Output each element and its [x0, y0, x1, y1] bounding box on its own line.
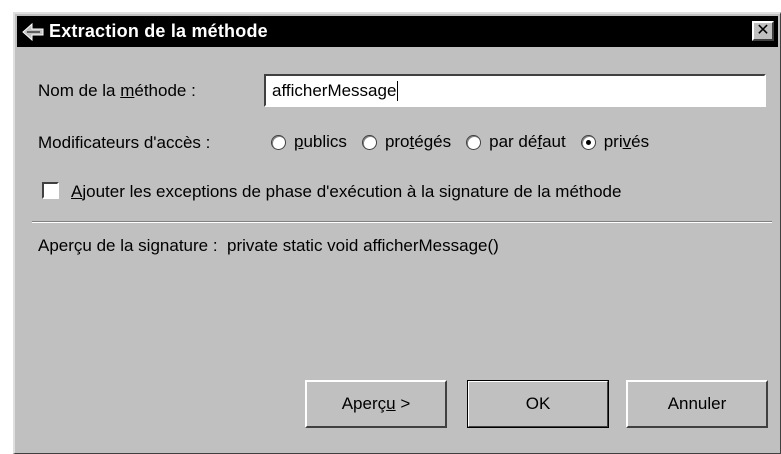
signature-preview-value: private static void afficherMessage(): [227, 236, 499, 255]
dialog-icon: [21, 20, 45, 44]
cancel-button[interactable]: Annuler: [626, 380, 768, 428]
add-exceptions-label[interactable]: Ajouter les exceptions de phase d'exécut…: [71, 182, 621, 202]
method-name-label: Nom de la méthode :: [38, 81, 196, 101]
method-name-input[interactable]: afficherMessage: [264, 74, 766, 107]
method-name-label-accel: m: [120, 81, 135, 100]
access-modifiers-group: publics protégés par défaut privés: [271, 132, 664, 152]
radio-public-label: publics: [294, 132, 347, 151]
radio-default-label: par défaut: [489, 132, 566, 151]
method-name-label-text: Nom de la: [38, 81, 121, 100]
close-icon: ✕: [756, 22, 770, 39]
cancel-button-label: Annuler: [667, 394, 727, 413]
radio-default[interactable]: par défaut: [466, 132, 566, 152]
radio-default-indicator[interactable]: [466, 134, 482, 150]
radio-protected-indicator[interactable]: [361, 134, 377, 150]
dialog-title: Extraction de la méthode: [49, 21, 268, 41]
radio-protected[interactable]: protégés: [361, 132, 452, 152]
method-name-label-rest: éthode :: [134, 81, 196, 100]
text-caret: [397, 80, 399, 101]
preview-button-label: Aperçu >: [341, 394, 411, 413]
radio-private-label: privés: [603, 132, 650, 151]
preview-button[interactable]: Aperçu >: [305, 380, 447, 428]
title-bar[interactable]: Extraction de la méthode ✕: [17, 16, 778, 47]
signature-preview-label: Aperçu de la signature :: [38, 236, 218, 255]
close-button[interactable]: ✕: [752, 21, 774, 41]
radio-private[interactable]: privés: [580, 132, 650, 152]
access-modifiers-label: Modificateurs d'accès :: [38, 133, 211, 152]
ok-button-label: OK: [525, 394, 551, 413]
method-name-value: afficherMessage: [272, 80, 397, 100]
extract-method-dialog: Extraction de la méthode ✕ Nom de la mét…: [13, 12, 781, 454]
add-exceptions-checkbox[interactable]: [42, 182, 59, 199]
radio-private-indicator[interactable]: [580, 134, 596, 150]
radio-protected-label: protégés: [384, 132, 452, 151]
radio-public[interactable]: publics: [271, 132, 347, 152]
separator: [32, 221, 772, 223]
radio-public-indicator[interactable]: [271, 134, 286, 150]
signature-preview: Aperçu de la signature : private static …: [38, 236, 499, 256]
ok-button[interactable]: OK: [467, 380, 609, 428]
